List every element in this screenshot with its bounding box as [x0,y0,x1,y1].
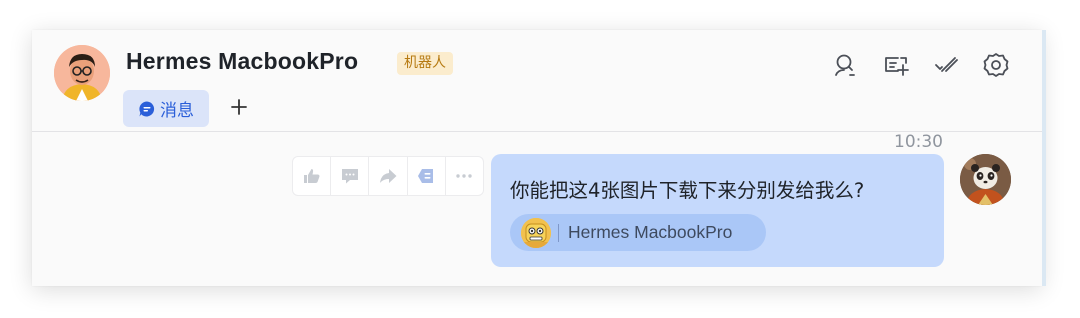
search-icon[interactable] [830,50,860,80]
mention-divider [558,223,559,242]
settings-icon[interactable] [981,50,1011,80]
message-text: 你能把这4张图片下载下来分别发给我么? [510,179,865,202]
add-topic-icon[interactable] [881,50,911,80]
chat-bubble-icon [139,100,155,116]
bot-badge: 机器人 [397,52,453,75]
tab-messages[interactable]: 消息 [123,90,209,127]
chat-header: Hermes MacbookPro 机器人 消息 [32,30,1042,132]
message-bubble[interactable]: 你能把这4张图片下载下来分别发给我么? Hermes MacbookPro [491,154,944,267]
mention-label: Hermes MacbookPro [568,222,733,242]
mention-avatar [521,217,551,248]
message-timestamp: 10:30 [894,132,943,152]
add-tab-icon[interactable] [224,92,254,122]
bot-avatar[interactable] [54,45,110,101]
chat-title: Hermes MacbookPro [126,48,359,74]
checklist-icon[interactable] [931,50,961,80]
message-list: 10:30 你能把这4张图片下载下来分别发给我么? Hermes Macbook… [32,132,1042,286]
mention-chip[interactable]: Hermes MacbookPro [510,214,766,251]
forward-icon[interactable] [369,157,408,195]
tab-messages-label: 消息 [160,101,194,121]
message-action-bar [292,156,484,196]
user-avatar[interactable] [960,154,1011,205]
thumbs-up-icon[interactable] [293,157,332,195]
more-icon[interactable] [446,157,483,195]
reaction-icon[interactable] [408,157,446,195]
chat-window: Hermes MacbookPro 机器人 消息 10:30 你能把这4张图片下… [32,30,1046,286]
comment-icon[interactable] [331,157,370,195]
window-edge [1042,30,1046,286]
